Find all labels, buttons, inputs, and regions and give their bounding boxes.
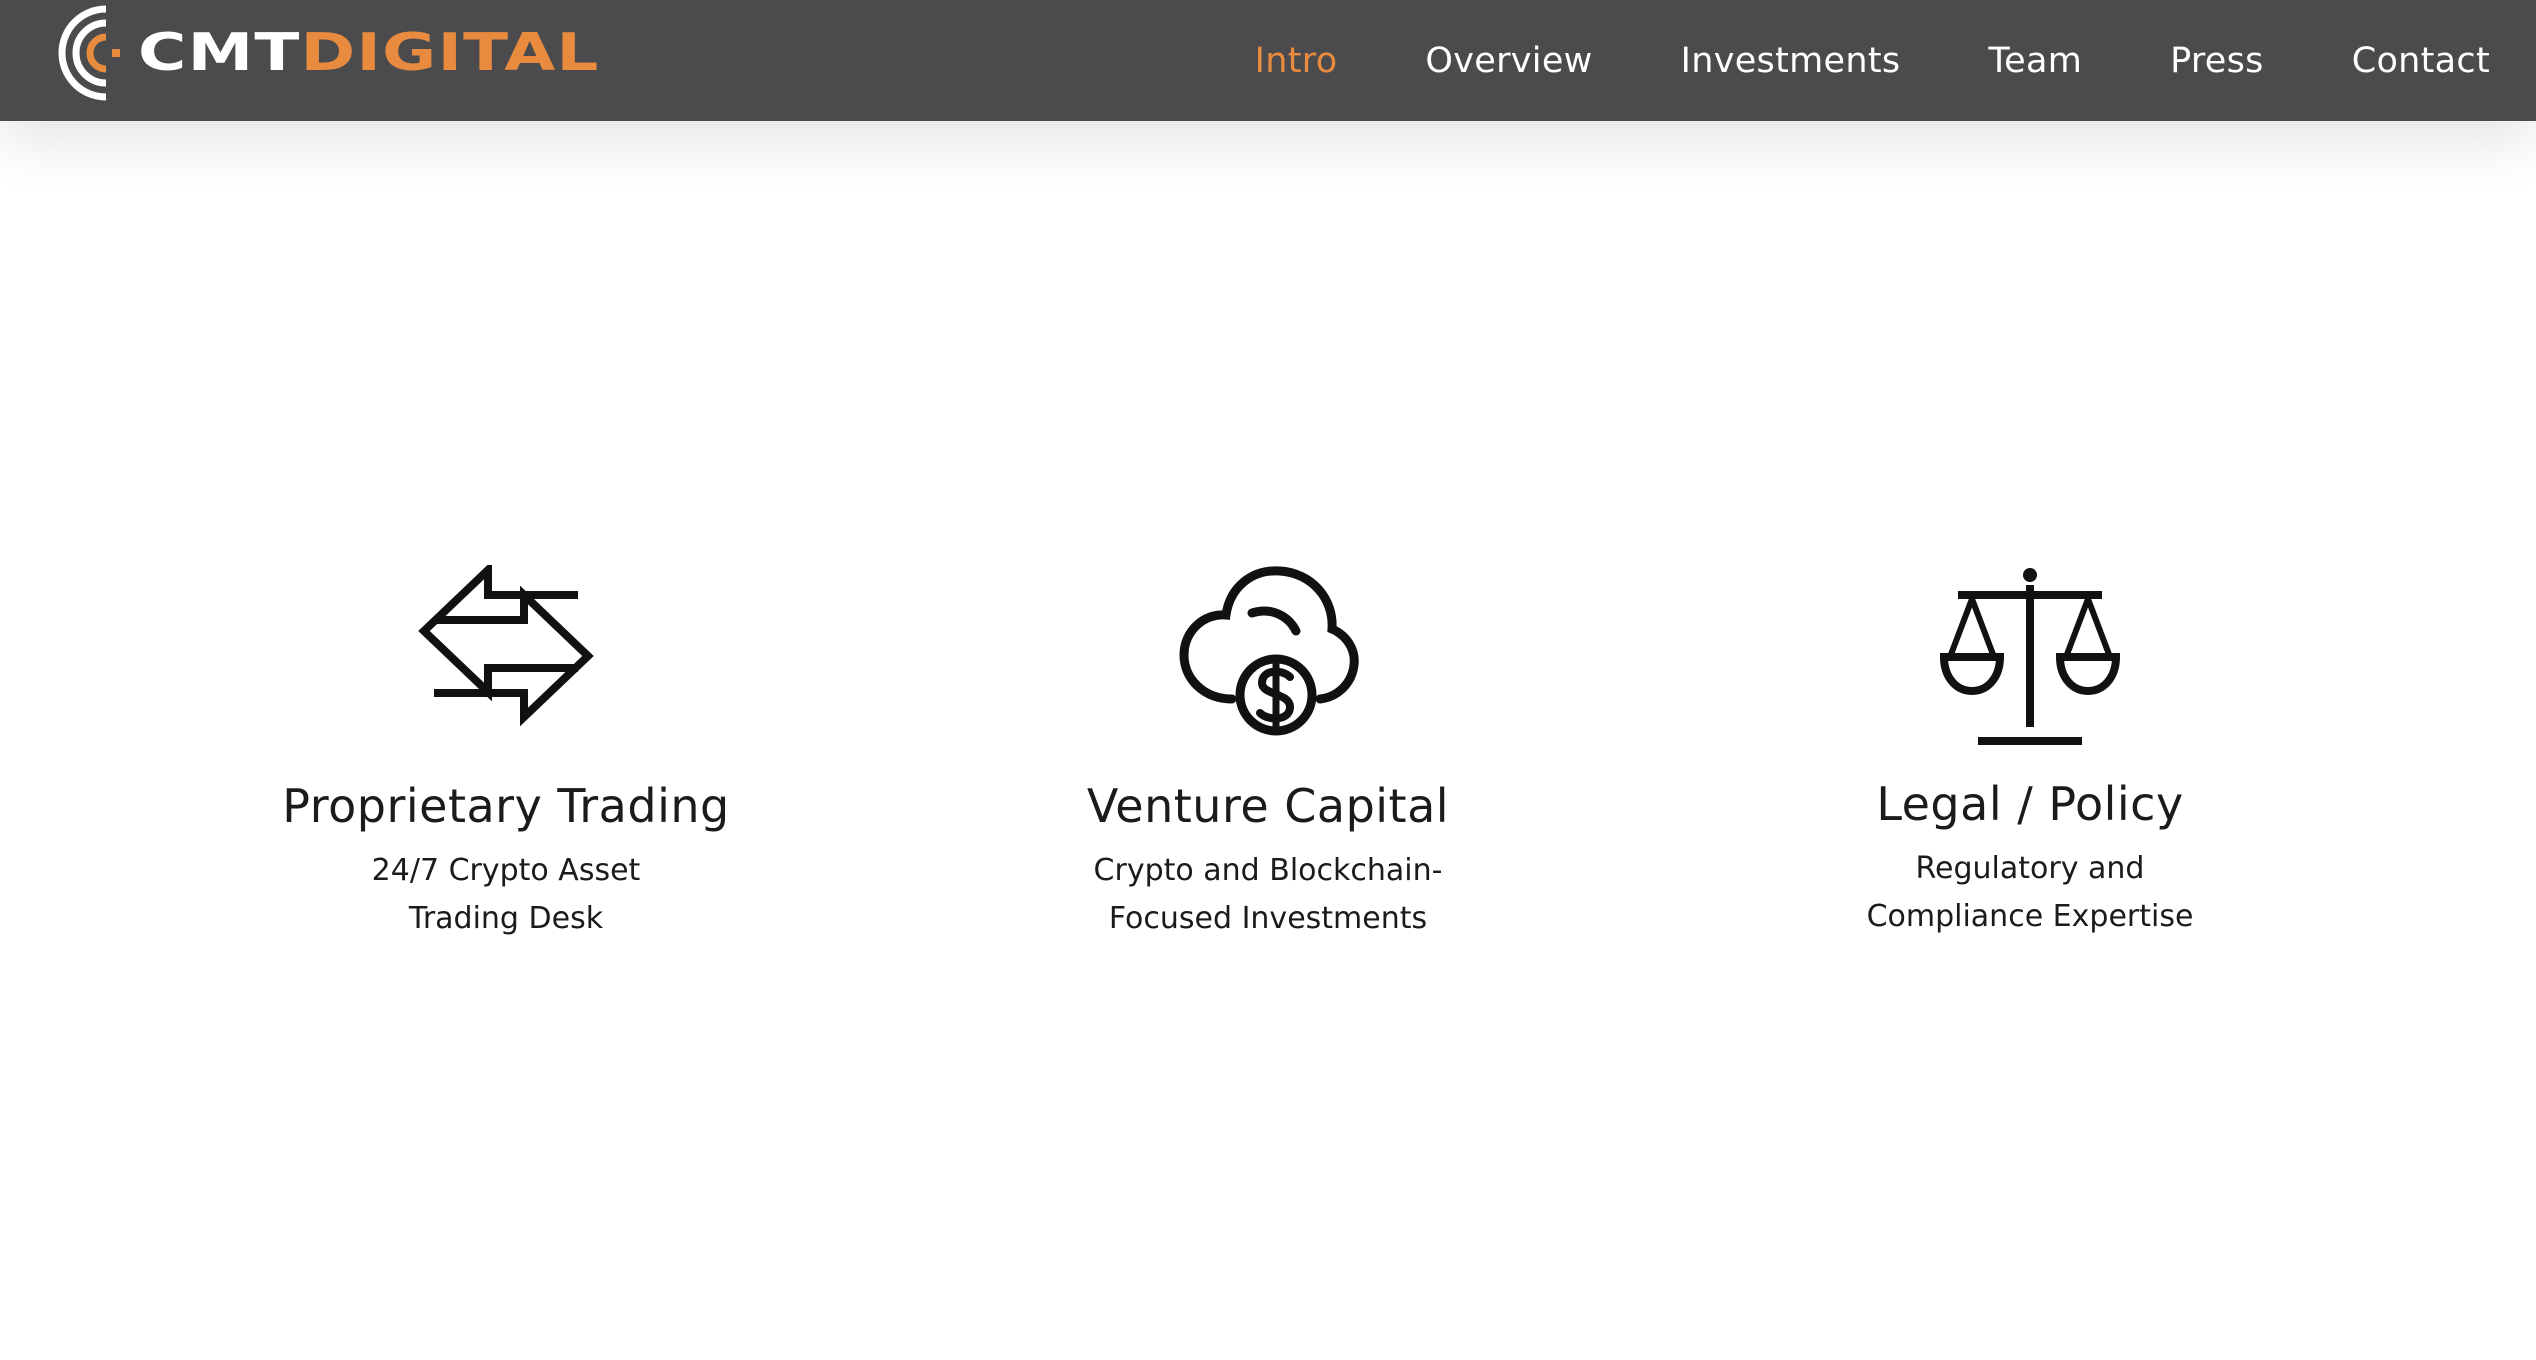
service-desc-line: Regulatory and <box>1915 851 2145 886</box>
service-description: Crypto and Blockchain- Focused Investmen… <box>1088 847 1448 943</box>
logo-word-cmt: CMT <box>138 22 301 82</box>
service-card-legal: Legal / Policy Regulatory and Compliance… <box>1650 565 2410 941</box>
cloud-dollar-icon <box>1179 566 1359 736</box>
services-section: Proprietary Trading 24/7 Crypto Asset Tr… <box>0 545 2536 965</box>
exchange-arrows-icon <box>418 565 594 727</box>
nav-item-press[interactable]: Press <box>2170 41 2264 81</box>
service-desc-line: Trading Desk <box>408 901 604 936</box>
service-description: Regulatory and Compliance Expertise <box>1850 845 2210 941</box>
nav-item-contact[interactable]: Contact <box>2352 41 2490 81</box>
service-title: Venture Capital <box>1086 779 1450 833</box>
service-card-trading: Proprietary Trading 24/7 Crypto Asset Tr… <box>126 565 886 943</box>
service-desc-line: Compliance Expertise <box>1866 899 2194 934</box>
main-nav: Intro Overview Investments Team Press Co… <box>1255 0 2490 121</box>
nav-item-team[interactable]: Team <box>1988 41 2082 81</box>
top-navbar: CMTDIGITAL Intro Overview Investments Te… <box>0 0 2536 121</box>
scales-icon <box>1939 568 2121 745</box>
service-desc-line: Crypto and Blockchain- <box>1093 853 1443 888</box>
service-card-venture: Venture Capital Crypto and Blockchain- F… <box>888 565 1648 943</box>
nav-item-intro[interactable]: Intro <box>1255 41 1338 81</box>
service-title: Proprietary Trading <box>282 779 730 833</box>
logo-word-digital: DIGITAL <box>300 22 600 82</box>
service-desc-line: 24/7 Crypto Asset <box>371 853 641 888</box>
service-title: Legal / Policy <box>1876 777 2184 831</box>
service-desc-line: Focused Investments <box>1108 901 1428 936</box>
nav-item-overview[interactable]: Overview <box>1425 41 1592 81</box>
logo-wordmark: CMTDIGITAL <box>138 26 600 78</box>
logo-mark-icon <box>58 5 120 100</box>
nav-item-investments[interactable]: Investments <box>1681 41 1901 81</box>
service-description: 24/7 Crypto Asset Trading Desk <box>336 847 676 943</box>
cmt-digital-logo[interactable]: CMTDIGITAL <box>46 0 598 105</box>
